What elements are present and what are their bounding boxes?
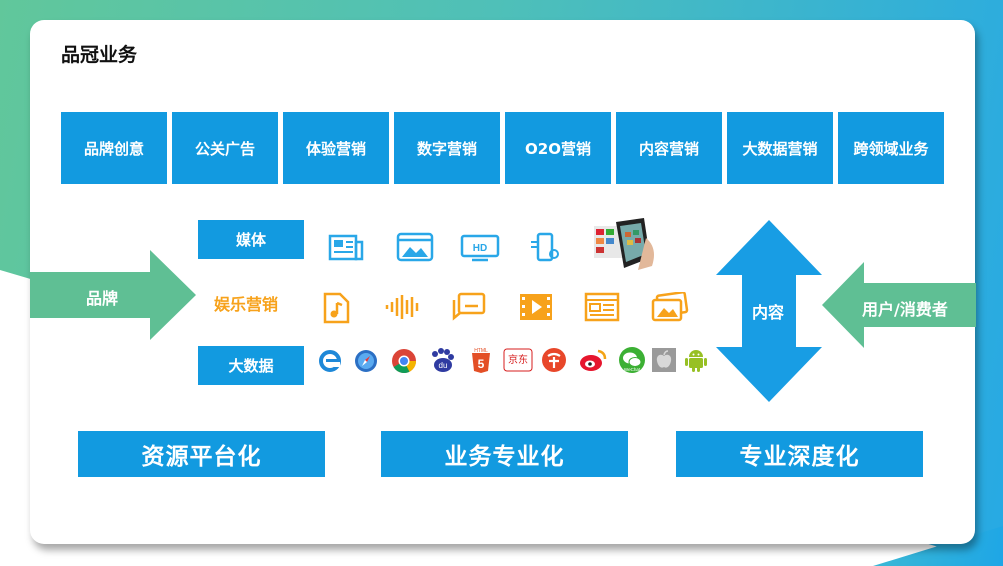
entertainment-label: 娱乐营销 — [214, 295, 279, 314]
news-article-icon — [584, 292, 620, 322]
safari-icon — [355, 350, 377, 372]
android-icon — [685, 350, 707, 372]
bigdata-label: 大数据 — [198, 346, 304, 385]
business-o2o-marketing: O2O营销 — [505, 112, 611, 184]
svg-text:5: 5 — [478, 357, 485, 371]
apple-icon — [652, 348, 676, 372]
html5-icon: HTML 5 — [472, 348, 490, 373]
mobile-settings-icon — [531, 232, 559, 262]
business-brand-creative: 品牌创意 — [61, 112, 167, 184]
professional-depth-box: 专业深度化 — [676, 431, 923, 477]
business-row: 品牌创意 公关广告 体验营销 数字营销 O2O营销 内容营销 大数据营销 跨领域… — [61, 112, 944, 184]
wechat-icon: WeChat — [619, 347, 645, 373]
business-content-marketing: 内容营销 — [616, 112, 722, 184]
svg-text:du: du — [439, 361, 448, 370]
music-file-icon — [323, 292, 350, 324]
resource-platform-box: 资源平台化 — [78, 431, 325, 477]
consumer-arrow-label: 用户/消费者 — [862, 300, 948, 319]
browser-image-icon — [396, 232, 434, 262]
image-gallery-icon — [651, 292, 689, 322]
svg-text:WeChat: WeChat — [624, 367, 641, 372]
brand-arrow-label: 品牌 — [86, 289, 119, 308]
svg-text:京东: 京东 — [508, 353, 528, 366]
newspaper-icon — [328, 234, 364, 261]
taobao-icon — [542, 348, 566, 372]
jd-icon: 京东 — [503, 348, 533, 372]
weibo-icon — [580, 349, 607, 371]
content-arrow-label: 内容 — [752, 303, 785, 322]
business-cross-domain: 跨领域业务 — [838, 112, 944, 184]
hd-monitor-icon: HD — [460, 234, 500, 262]
chrome-icon — [392, 349, 417, 374]
audio-wave-icon — [385, 295, 419, 319]
chat-bubble-icon — [452, 292, 486, 321]
business-pr-ads: 公关广告 — [172, 112, 278, 184]
page-title: 品冠业务 — [61, 44, 138, 66]
media-label: 媒体 — [198, 220, 304, 259]
business-specialization-box: 业务专业化 — [381, 431, 628, 477]
baidu-icon: du — [432, 348, 454, 372]
business-digital-marketing: 数字营销 — [394, 112, 500, 184]
business-experience-marketing: 体验营销 — [283, 112, 389, 184]
ie-icon — [319, 350, 341, 372]
svg-text:HD: HD — [473, 243, 487, 254]
smartphone-photo — [594, 218, 654, 270]
business-bigdata-marketing: 大数据营销 — [727, 112, 833, 184]
video-play-icon — [520, 294, 552, 320]
